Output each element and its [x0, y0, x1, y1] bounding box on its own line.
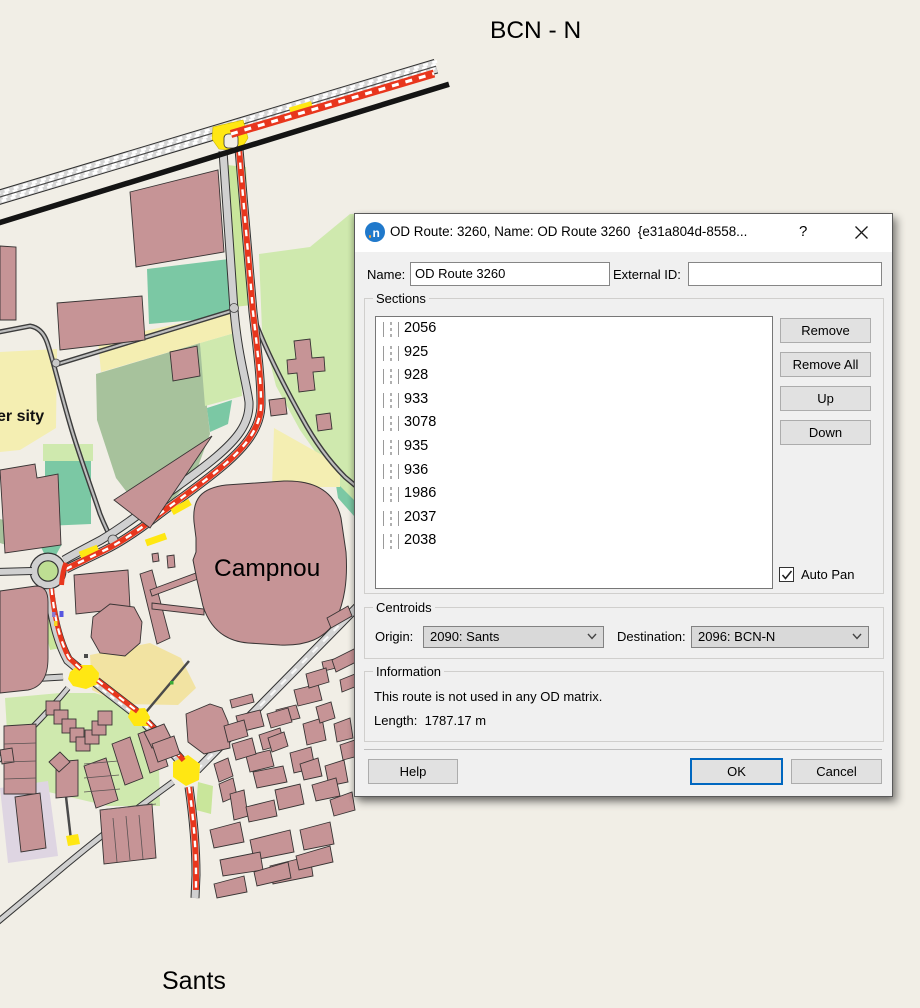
svg-text:Sants: Sants: [162, 967, 226, 995]
svg-text:Campnou: Campnou: [214, 555, 320, 582]
svg-text:er sity: er sity: [0, 408, 44, 425]
svg-text:BCN - N: BCN - N: [490, 17, 581, 44]
